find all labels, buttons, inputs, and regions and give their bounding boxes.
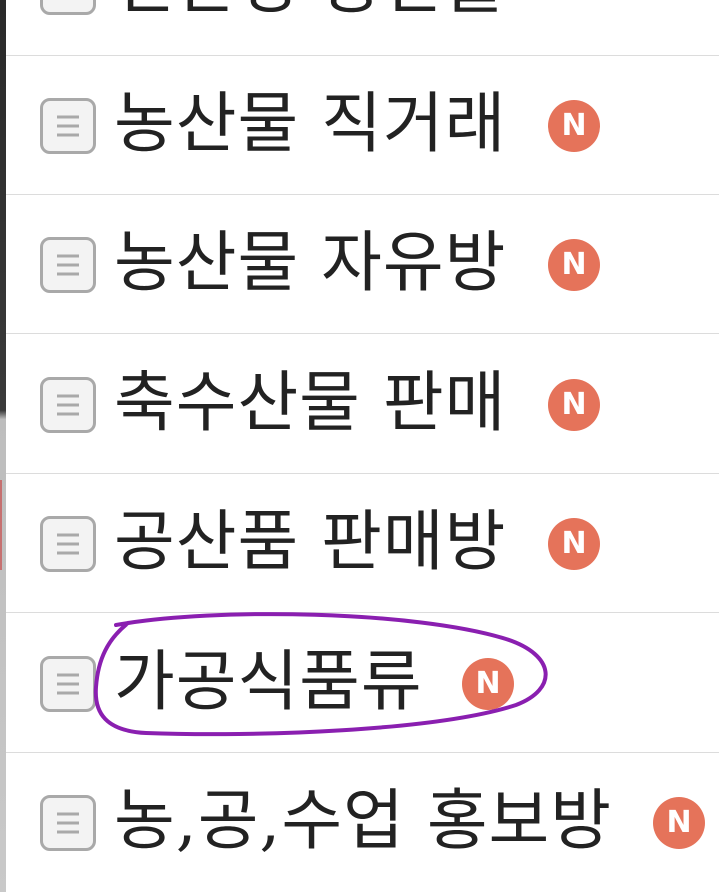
new-badge: N: [548, 518, 600, 570]
board-row[interactable]: 농,공,수업 홍보방 N: [6, 753, 719, 892]
board-list: 친환경 농산물 농산물 직거래 N 농산물 자유방 N 축수산물 판매 N 공산…: [6, 0, 719, 892]
circle-annotation: [93, 612, 548, 737]
document-lines-icon: [40, 237, 96, 293]
document-lines-icon: [40, 795, 96, 851]
board-row[interactable]: 축수산물 판매 N: [6, 335, 719, 474]
document-lines-icon: [40, 0, 96, 15]
board-label: 친환경 농산물: [114, 0, 506, 25]
board-row[interactable]: 농산물 자유방 N: [6, 195, 719, 334]
document-lines-icon: [40, 377, 96, 433]
board-label: 농산물 자유방: [114, 224, 507, 301]
board-row[interactable]: 친환경 농산물: [6, 0, 719, 56]
new-badge: N: [653, 797, 705, 849]
document-lines-icon: [40, 516, 96, 572]
board-row[interactable]: 공산품 판매방 N: [6, 474, 719, 613]
new-badge: N: [548, 100, 600, 152]
board-label: 농산물 직거래: [114, 85, 507, 162]
board-row[interactable]: 농산물 직거래 N: [6, 56, 719, 195]
new-badge: N: [548, 239, 600, 291]
board-label: 농,공,수업 홍보방: [114, 782, 612, 859]
board-label: 공산품 판매방: [114, 503, 507, 580]
document-lines-icon: [40, 98, 96, 154]
new-badge: N: [548, 379, 600, 431]
board-label: 축수산물 판매: [114, 364, 507, 441]
